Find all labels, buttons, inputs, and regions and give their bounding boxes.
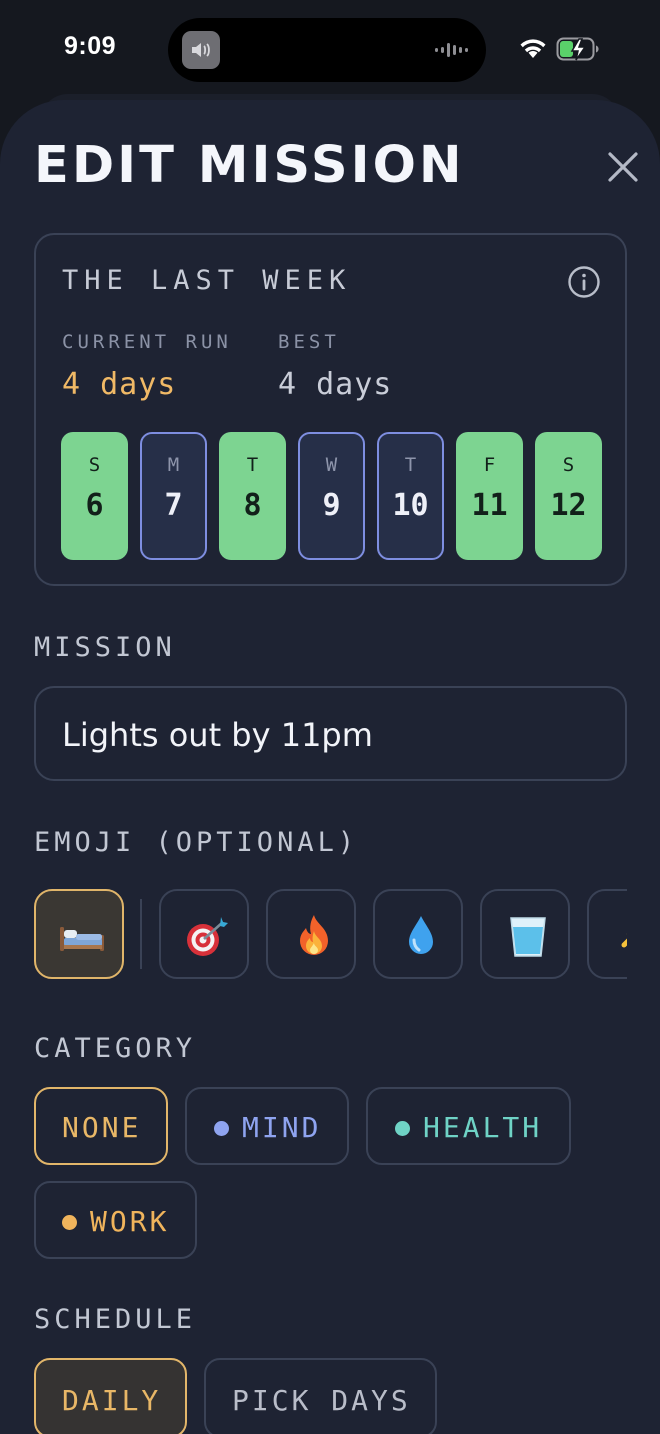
day-cell-done[interactable]: S 6	[61, 432, 128, 560]
last-week-title: THE LAST WEEK	[62, 265, 352, 296]
emoji-option-fire[interactable]	[266, 889, 356, 979]
status-time: 9:09	[64, 32, 117, 60]
day-number: 6	[85, 488, 104, 523]
current-run-label: CURRENT RUN	[62, 331, 232, 353]
emoji-option-droplet[interactable]	[373, 889, 463, 979]
schedule-option-pick-days[interactable]: PICK DAYS	[204, 1358, 437, 1434]
emoji-picker	[34, 889, 627, 981]
emoji-option-person-running[interactable]	[587, 889, 627, 979]
speaker-icon	[182, 31, 220, 69]
day-letter: S	[562, 454, 575, 476]
day-number: 9	[322, 488, 341, 523]
category-label: CATEGORY	[34, 1033, 197, 1064]
day-number: 12	[550, 488, 587, 523]
emoji-option-bed[interactable]	[34, 889, 124, 979]
work-color-dot	[62, 1215, 77, 1230]
day-letter: T	[404, 454, 417, 476]
day-letter: W	[325, 454, 338, 476]
mission-label: MISSION	[34, 632, 176, 663]
category-chip-label: HEALTH	[423, 1111, 543, 1144]
day-letter: F	[483, 454, 496, 476]
category-chip-work[interactable]: WORK	[34, 1181, 197, 1259]
emoji-label: EMOJI (OPTIONAL)	[34, 827, 359, 858]
status-bar: 9:09	[0, 0, 660, 100]
person-running-icon	[621, 938, 627, 948]
category-chip-label: NONE	[62, 1111, 142, 1144]
day-letter: S	[88, 454, 101, 476]
glass-of-water-icon	[510, 917, 546, 957]
day-letter: M	[167, 454, 180, 476]
category-chip-health[interactable]: HEALTH	[366, 1087, 571, 1165]
day-number: 11	[471, 488, 508, 523]
schedule-option-label: PICK DAYS	[232, 1384, 411, 1417]
schedule-label: SCHEDULE	[34, 1304, 197, 1335]
day-cell-missed[interactable]: T 10	[377, 432, 444, 560]
best-value: 4 days	[278, 367, 393, 402]
current-run-value: 4 days	[62, 367, 177, 402]
day-letter: T	[246, 454, 259, 476]
emoji-option-direct-hit[interactable]	[159, 889, 249, 979]
day-number: 8	[243, 488, 262, 523]
best-label: BEST	[278, 331, 340, 353]
battery-charging-icon	[556, 37, 599, 61]
day-number: 10	[392, 488, 429, 523]
schedule-option-label: DAILY	[62, 1384, 162, 1417]
emoji-divider	[140, 899, 142, 969]
category-chip-none[interactable]: NONE	[34, 1087, 168, 1165]
category-chip-label: MIND	[242, 1111, 322, 1144]
close-icon[interactable]	[602, 146, 644, 188]
health-color-dot	[395, 1121, 410, 1136]
mind-color-dot	[214, 1121, 229, 1136]
day-cell-missed[interactable]: M 7	[140, 432, 207, 560]
bed-icon	[60, 927, 104, 951]
schedule-option-daily[interactable]: DAILY	[34, 1358, 187, 1434]
dynamic-island	[168, 18, 486, 82]
fire-icon	[300, 915, 328, 955]
day-number: 7	[164, 488, 183, 523]
day-cell-missed[interactable]: W 9	[298, 432, 365, 560]
day-cell-done[interactable]: T 8	[219, 432, 286, 560]
category-chip-mind[interactable]: MIND	[185, 1087, 349, 1165]
mission-input-value: Lights out by 11pm	[62, 716, 373, 754]
day-cell-done[interactable]: F 11	[456, 432, 523, 560]
info-icon[interactable]	[567, 265, 601, 299]
day-cell-done[interactable]: S 12	[535, 432, 602, 560]
droplet-icon	[409, 916, 433, 954]
last-week-card: THE LAST WEEK CURRENT RUN 4 days BEST 4 …	[34, 233, 627, 586]
audio-wave-icon	[435, 43, 468, 57]
category-chip-label: WORK	[90, 1205, 170, 1238]
page-title: EDIT MISSION	[34, 136, 465, 195]
direct-hit-icon	[187, 917, 228, 956]
mission-input[interactable]: Lights out by 11pm	[34, 686, 627, 781]
emoji-option-glass-of-water[interactable]	[480, 889, 570, 979]
wifi-icon	[520, 39, 546, 58]
